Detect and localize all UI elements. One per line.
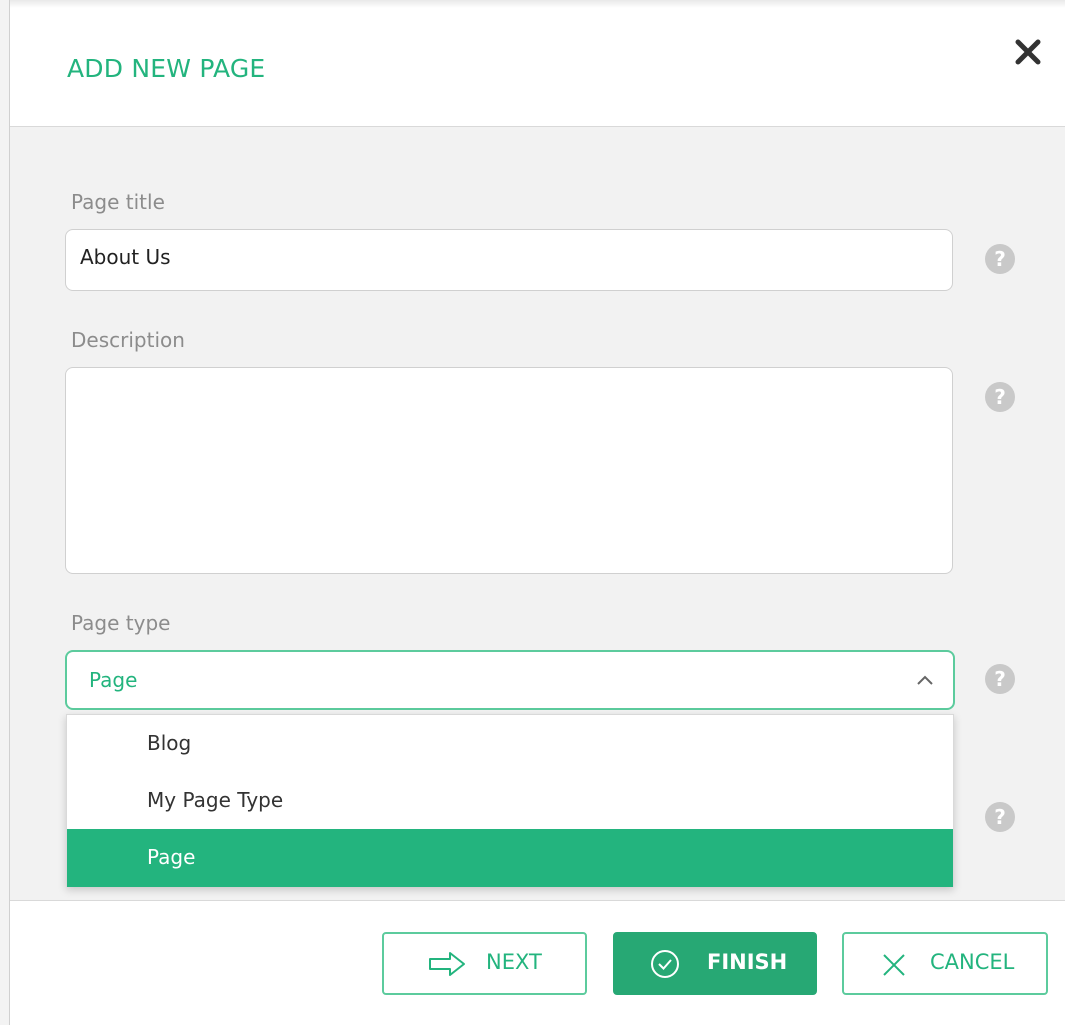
- page-title-label: Page title: [71, 190, 165, 214]
- dropdown-option-my-page-type[interactable]: My Page Type: [67, 772, 953, 830]
- top-edge: [0, 0, 1065, 8]
- cancel-button[interactable]: CANCEL: [842, 932, 1048, 995]
- finish-button-label: FINISH: [707, 950, 788, 974]
- description-label: Description: [71, 328, 185, 352]
- window-frame: ADD NEW PAGE Page title About Us ? Descr…: [0, 0, 1065, 1026]
- help-icon[interactable]: ?: [985, 664, 1015, 694]
- help-icon[interactable]: ?: [985, 382, 1015, 412]
- option-label: Blog: [147, 731, 192, 755]
- page-title-input[interactable]: About Us: [65, 229, 953, 291]
- add-page-dialog: ADD NEW PAGE Page title About Us ? Descr…: [10, 8, 1065, 1026]
- left-edge: [0, 0, 10, 1025]
- description-textarea[interactable]: [65, 367, 953, 574]
- arrow-right-icon: [429, 952, 465, 976]
- chevron-up-icon: [917, 675, 933, 685]
- dialog-title: ADD NEW PAGE: [67, 54, 266, 83]
- cancel-button-label: CANCEL: [930, 950, 1015, 974]
- close-icon[interactable]: [1008, 32, 1048, 72]
- next-button[interactable]: NEXT: [382, 932, 587, 995]
- finish-button[interactable]: FINISH: [613, 932, 817, 995]
- dropdown-option-page[interactable]: Page: [67, 829, 953, 887]
- option-label: My Page Type: [147, 788, 284, 812]
- help-icon[interactable]: ?: [985, 802, 1015, 832]
- dialog-body: Page title About Us ? Description ? Page…: [10, 127, 1065, 900]
- dialog-footer: NEXT FINISH CANCEL: [10, 900, 1065, 1026]
- page-type-dropdown: Blog My Page Type Page: [66, 714, 954, 887]
- page-title-value: About Us: [80, 245, 171, 269]
- option-label: Page: [147, 845, 196, 869]
- dropdown-option-blog[interactable]: Blog: [67, 715, 953, 773]
- next-button-label: NEXT: [486, 950, 542, 974]
- page-type-select[interactable]: Page: [65, 650, 955, 710]
- check-circle-icon: [651, 950, 679, 978]
- dialog-header: ADD NEW PAGE: [10, 8, 1065, 127]
- page-type-label: Page type: [71, 611, 171, 635]
- page-type-selected-value: Page: [89, 668, 138, 692]
- help-icon[interactable]: ?: [985, 244, 1015, 274]
- x-icon: [883, 954, 905, 976]
